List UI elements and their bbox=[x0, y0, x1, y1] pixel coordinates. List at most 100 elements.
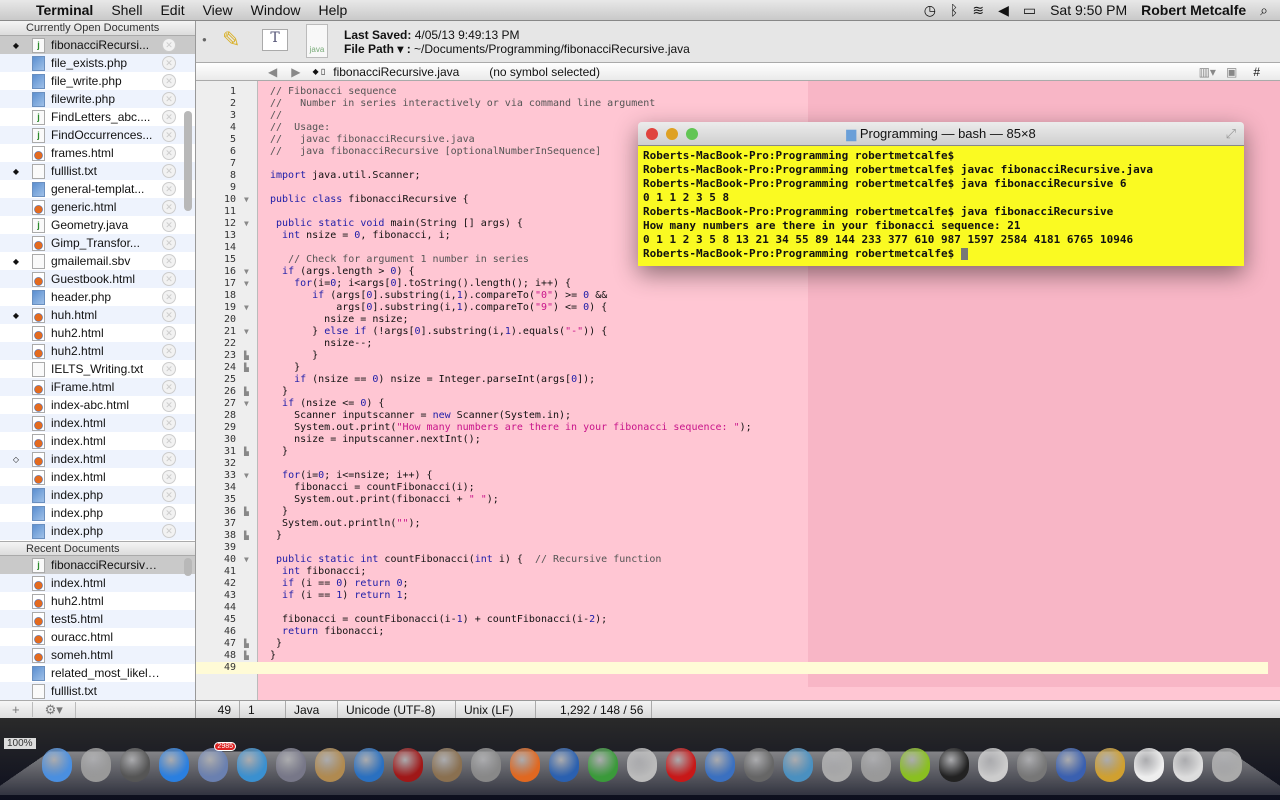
code-line[interactable]: 40 ▼ public static int countFibonacci(int… bbox=[196, 554, 1268, 566]
code-line[interactable]: 47 ▙ } bbox=[196, 638, 1268, 650]
terminal-output[interactable]: Roberts-MacBook-Pro:Programming robertme… bbox=[638, 146, 1244, 266]
document-item[interactable]: j fibonacciRecursive.j... bbox=[0, 556, 195, 574]
code-line[interactable]: 1 // Fibonacci sequence bbox=[196, 86, 1268, 98]
dock-terminal-icon[interactable] bbox=[939, 748, 969, 782]
code-line[interactable]: 19 ▼ args[0].substring(i,1).compareTo("9"… bbox=[196, 302, 1268, 314]
dock-facetime-icon[interactable] bbox=[276, 748, 306, 782]
dock-quicktime-icon[interactable] bbox=[1056, 748, 1086, 782]
code-line[interactable]: 43 if (i == 1) return 1; bbox=[196, 590, 1268, 602]
close-document-icon[interactable]: ✕ bbox=[162, 344, 176, 358]
close-document-icon[interactable]: ✕ bbox=[162, 470, 176, 484]
code-line[interactable]: 17 ▼ for(i=0; i<args[0].toString().length… bbox=[196, 278, 1268, 290]
close-document-icon[interactable]: ✕ bbox=[162, 146, 176, 160]
language-popup[interactable]: Java bbox=[286, 700, 338, 719]
fold-toggle-icon[interactable]: ▼ bbox=[244, 470, 249, 482]
document-item[interactable]: ◆ fulllist.txt ✕ bbox=[0, 162, 195, 180]
close-document-icon[interactable]: ✕ bbox=[162, 308, 176, 322]
document-item[interactable]: header.php ✕ bbox=[0, 288, 195, 306]
dock-preview-icon[interactable] bbox=[783, 748, 813, 782]
time-machine-icon[interactable]: ◷ bbox=[924, 2, 936, 19]
user-name[interactable]: Robert Metcalfe bbox=[1141, 2, 1246, 18]
code-line[interactable]: 28 Scanner inputscanner = new Scanner(Sy… bbox=[196, 410, 1268, 422]
document-item[interactable]: ◆ gmailemail.sbv ✕ bbox=[0, 252, 195, 270]
document-item[interactable]: file_write.php ✕ bbox=[0, 72, 195, 90]
spotlight-search-icon[interactable]: ⌕ bbox=[1260, 2, 1268, 19]
code-line[interactable]: 29 System.out.print("How many numbers ar… bbox=[196, 422, 1268, 434]
menu-shell[interactable]: Shell bbox=[102, 2, 151, 18]
dock-trash-icon[interactable] bbox=[1212, 748, 1242, 782]
code-line[interactable]: 38 ▙ } bbox=[196, 530, 1268, 542]
code-line[interactable]: 45 fibonacci = countFibonacci(i-1) + cou… bbox=[196, 614, 1268, 626]
code-line[interactable]: 39 bbox=[196, 542, 1268, 554]
code-line[interactable]: 33 ▼ for(i=0; i<=nsize; i++) { bbox=[196, 470, 1268, 482]
fold-end-icon[interactable]: ▙ bbox=[244, 506, 249, 518]
close-document-icon[interactable]: ✕ bbox=[162, 380, 176, 394]
fold-end-icon[interactable]: ▙ bbox=[244, 350, 249, 362]
document-item[interactable]: general-templat... ✕ bbox=[0, 180, 195, 198]
back-button[interactable]: ◀ bbox=[268, 65, 277, 79]
dock-chrome-icon[interactable] bbox=[588, 748, 618, 782]
close-document-icon[interactable]: ✕ bbox=[162, 218, 176, 232]
document-item[interactable]: index.html ✕ bbox=[0, 432, 195, 450]
code-line[interactable]: 36 ▙ } bbox=[196, 506, 1268, 518]
battery-icon[interactable]: ▭ bbox=[1023, 2, 1036, 19]
close-document-icon[interactable]: ✕ bbox=[162, 110, 176, 124]
document-item[interactable]: j FindOccurrences... ✕ bbox=[0, 126, 195, 144]
close-document-icon[interactable]: ✕ bbox=[162, 74, 176, 88]
close-document-icon[interactable]: ✕ bbox=[162, 254, 176, 268]
document-item[interactable]: index.php ✕ bbox=[0, 486, 195, 504]
fold-toggle-icon[interactable]: ▼ bbox=[244, 302, 249, 314]
terminal-title-bar[interactable]: ▆ Programming — bash — 85×8 ⤢ bbox=[638, 122, 1244, 146]
document-item[interactable]: someh.html bbox=[0, 646, 195, 664]
document-item[interactable]: Gimp_Transfor... ✕ bbox=[0, 234, 195, 252]
document-item[interactable]: index.php ✕ bbox=[0, 504, 195, 522]
forward-button[interactable]: ▶ bbox=[291, 65, 300, 79]
dock-firefox-icon[interactable] bbox=[510, 748, 540, 782]
zoom-button[interactable] bbox=[686, 128, 698, 140]
document-item[interactable]: index.html ✕ bbox=[0, 468, 195, 486]
close-document-icon[interactable]: ✕ bbox=[162, 416, 176, 430]
fold-toggle-icon[interactable]: ▼ bbox=[244, 398, 249, 410]
document-item[interactable]: test5.html bbox=[0, 610, 195, 628]
file-path-menu[interactable]: File Path ▾ : bbox=[344, 42, 411, 56]
document-item[interactable]: ◇ index.html ✕ bbox=[0, 450, 195, 468]
dock-textwrangler-icon[interactable] bbox=[1095, 748, 1125, 782]
code-line[interactable]: 2 // Number in series interactively or vi… bbox=[196, 98, 1268, 110]
close-document-icon[interactable]: ✕ bbox=[162, 38, 176, 52]
close-document-icon[interactable]: ✕ bbox=[162, 488, 176, 502]
bookmark-icon[interactable]: ▥▾ bbox=[1199, 65, 1216, 79]
menu-help[interactable]: Help bbox=[309, 2, 356, 18]
document-item[interactable]: iFrame.html ✕ bbox=[0, 378, 195, 396]
dock-itunes-icon[interactable] bbox=[354, 748, 384, 782]
code-line[interactable]: 27 ▼ if (nsize <= 0) { bbox=[196, 398, 1268, 410]
document-item[interactable]: j Geometry.java ✕ bbox=[0, 216, 195, 234]
dock-window-icon[interactable] bbox=[1173, 748, 1203, 782]
dock-app-icon[interactable] bbox=[120, 748, 150, 782]
dock-automator-icon[interactable] bbox=[978, 748, 1008, 782]
terminal-window[interactable]: ▆ Programming — bash — 85×8 ⤢ Roberts-Ma… bbox=[638, 122, 1244, 266]
document-item[interactable]: filewrite.php ✕ bbox=[0, 90, 195, 108]
dock-xcode-icon[interactable] bbox=[705, 748, 735, 782]
document-item[interactable]: ◆ huh.html ✕ bbox=[0, 306, 195, 324]
code-line[interactable]: 3 // bbox=[196, 110, 1268, 122]
scrollbar[interactable] bbox=[184, 558, 192, 576]
document-item[interactable]: fulllist.txt bbox=[0, 682, 195, 700]
close-document-icon[interactable]: ✕ bbox=[162, 362, 176, 376]
close-document-icon[interactable]: ✕ bbox=[162, 506, 176, 520]
line-menu[interactable]: # bbox=[1253, 65, 1260, 79]
fullscreen-icon[interactable]: ⤢ bbox=[1226, 122, 1236, 146]
fold-end-icon[interactable]: ▙ bbox=[244, 362, 249, 374]
recent-documents-header[interactable]: Recent Documents bbox=[0, 541, 195, 556]
minimize-button[interactable] bbox=[666, 128, 678, 140]
code-line[interactable]: 26 ▙ } bbox=[196, 386, 1268, 398]
close-document-icon[interactable]: ✕ bbox=[162, 236, 176, 250]
document-item[interactable]: index.php ✕ bbox=[0, 522, 195, 540]
dock-mail-stamp-icon[interactable]: 2985 bbox=[198, 742, 236, 782]
dock-app-icon[interactable] bbox=[1017, 748, 1047, 782]
code-line[interactable]: 34 fibonacci = countFibonacci(i); bbox=[196, 482, 1268, 494]
code-line[interactable]: 25 if (nsize == 0) nsize = Integer.parse… bbox=[196, 374, 1268, 386]
dock-scissors-app-icon[interactable] bbox=[627, 748, 657, 782]
fold-end-icon[interactable]: ▙ bbox=[244, 386, 249, 398]
close-document-icon[interactable]: ✕ bbox=[162, 290, 176, 304]
document-item[interactable]: related_most_likely_... bbox=[0, 664, 195, 682]
